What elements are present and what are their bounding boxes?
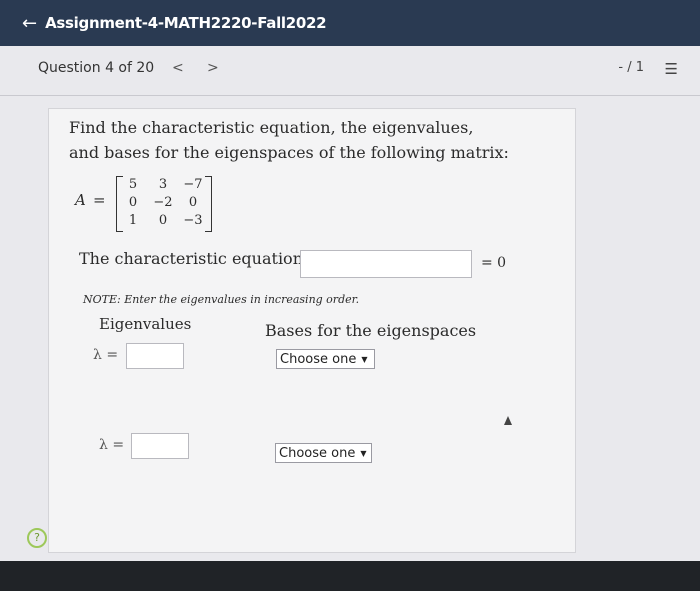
matrix-cell: 3 <box>158 177 168 192</box>
caret-down-icon: ▼ <box>360 448 367 458</box>
matrix-cell: 0 <box>158 213 168 228</box>
question-bar: Question 4 of 20 < > - / 1 ☰ <box>0 46 700 96</box>
problem-line-1: Find the characteristic equation, the ei… <box>69 118 474 137</box>
matrix-name: A <box>75 191 86 209</box>
lambda-label-1: λ = <box>93 347 119 363</box>
caret-down-icon: ▼ <box>361 354 368 364</box>
matrix-cell: −3 <box>183 213 203 228</box>
list-icon[interactable]: ☰ <box>665 60 678 78</box>
problem-statement: Find the characteristic equation, the ei… <box>69 115 509 165</box>
assignment-title: Assignment-4-MATH2220-Fall2022 <box>45 14 327 32</box>
score-display: - / 1 <box>618 60 644 75</box>
arrow-left-icon[interactable]: ← <box>22 13 37 34</box>
basis-select-2-label: Choose one <box>279 445 356 461</box>
eigenvalue-input-2[interactable] <box>131 433 189 459</box>
characteristic-equation-input[interactable] <box>300 250 472 278</box>
eigenvalues-header: Eigenvalues <box>99 315 192 333</box>
basis-select-2[interactable]: Choose one ▼ <box>275 443 372 463</box>
eigenvalue-input-1[interactable] <box>126 343 184 369</box>
bases-header: Bases for the eigenspaces <box>265 321 477 340</box>
question-card: Find the characteristic equation, the ei… <box>48 108 576 553</box>
question-position: Question 4 of 20 <box>38 60 155 76</box>
basis-select-1[interactable]: Choose one ▼ <box>276 349 375 369</box>
matrix-cell: −2 <box>153 195 173 210</box>
next-question-button[interactable]: > <box>207 60 219 76</box>
matrix-cell: 1 <box>128 213 138 228</box>
prev-question-button[interactable]: < <box>172 60 184 76</box>
help-circle-icon[interactable]: ? <box>27 528 47 548</box>
basis-select-1-label: Choose one <box>280 351 357 367</box>
lambda-label-2: λ = <box>99 437 125 453</box>
eigenvalue-order-note: NOTE: Enter the eigenvalues in increasin… <box>83 293 360 306</box>
matrix-cell: 5 <box>128 177 138 192</box>
equals-zero: = 0 <box>481 255 507 271</box>
mouse-cursor-icon <box>504 416 512 425</box>
screen-bezel <box>0 561 700 591</box>
top-bar: ← Assignment-4-MATH2220-Fall2022 <box>0 0 700 46</box>
matrix-right-bracket <box>205 176 212 232</box>
matrix-cell: −7 <box>183 177 203 192</box>
matrix-A: A = 5 3 −7 0 −2 0 1 0 −3 <box>73 175 223 235</box>
problem-line-2: and bases for the eigenspaces of the fol… <box>69 143 509 162</box>
question-panel: Question 4 of 20 < > - / 1 ☰ Find the ch… <box>0 46 700 561</box>
matrix-cell: 0 <box>188 195 198 210</box>
matrix-equals: = <box>93 191 106 209</box>
characteristic-equation-label: The characteristic equation is <box>79 249 322 268</box>
matrix-cell: 0 <box>128 195 138 210</box>
